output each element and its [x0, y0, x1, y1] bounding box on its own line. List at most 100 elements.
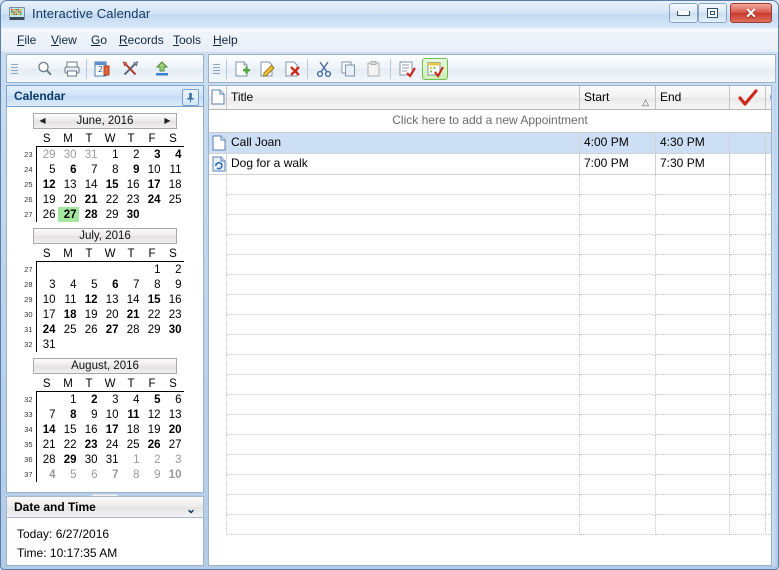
day-cell[interactable]: 6 — [100, 277, 121, 292]
minimize-button[interactable] — [669, 3, 698, 23]
day-cell[interactable]: 30 — [121, 207, 142, 222]
empty-row[interactable] — [209, 435, 771, 455]
day-cell[interactable]: 2 — [142, 452, 163, 467]
day-cell[interactable]: 4 — [36, 467, 58, 482]
day-cell[interactable]: 5 — [58, 467, 79, 482]
day-cell[interactable]: 28 — [36, 452, 58, 467]
day-cell[interactable]: 18 — [163, 177, 184, 192]
day-cell[interactable]: 18 — [121, 422, 142, 437]
empty-row[interactable] — [209, 515, 771, 535]
day-cell[interactable]: 30 — [79, 452, 100, 467]
import-button[interactable] — [150, 58, 174, 80]
day-cell[interactable]: 1 — [58, 392, 79, 408]
day-cell[interactable]: 6 — [79, 467, 100, 482]
day-cell[interactable]: 21 — [36, 437, 58, 452]
day-cell[interactable]: 8 — [142, 277, 163, 292]
day-cell[interactable]: 10 — [100, 407, 121, 422]
day-cell[interactable]: 2 — [121, 147, 142, 163]
day-cell[interactable]: 30 — [58, 147, 79, 163]
day-cell[interactable]: 26 — [142, 437, 163, 452]
empty-row[interactable] — [209, 275, 771, 295]
day-cell[interactable]: 21 — [79, 192, 100, 207]
day-cell[interactable]: 17 — [36, 307, 58, 322]
day-cell[interactable]: 14 — [36, 422, 58, 437]
day-cell[interactable]: 23 — [121, 192, 142, 207]
menu-item-view[interactable]: View — [44, 32, 84, 49]
day-cell[interactable]: 20 — [100, 307, 121, 322]
task-check-button[interactable] — [395, 58, 419, 80]
day-cell[interactable]: 25 — [58, 322, 79, 337]
day-cell[interactable]: 1 — [142, 262, 163, 278]
day-cell[interactable]: 4 — [163, 147, 184, 163]
day-cell[interactable]: 25 — [163, 192, 184, 207]
tools-button[interactable] — [119, 58, 143, 80]
toolbar-grip-right[interactable] — [212, 59, 221, 78]
column-header-title[interactable]: Title — [227, 86, 580, 109]
day-cell[interactable]: 12 — [79, 292, 100, 307]
day-cell[interactable]: 15 — [142, 292, 163, 307]
day-cell[interactable]: 8 — [121, 467, 142, 482]
column-header-done[interactable] — [730, 86, 766, 109]
day-cell[interactable]: 26 — [36, 207, 58, 222]
day-cell[interactable]: 29 — [142, 322, 163, 337]
column-header-start[interactable]: Start △ — [580, 86, 656, 109]
empty-row[interactable] — [209, 235, 771, 255]
day-cell[interactable]: 9 — [79, 407, 100, 422]
day-cell[interactable]: 24 — [142, 192, 163, 207]
pin-icon[interactable] — [182, 89, 199, 106]
empty-row[interactable] — [209, 495, 771, 515]
day-cell[interactable]: 20 — [58, 192, 79, 207]
day-cell[interactable]: 8 — [58, 407, 79, 422]
empty-row[interactable] — [209, 415, 771, 435]
day-cell[interactable]: 6 — [58, 162, 79, 177]
empty-row[interactable] — [209, 215, 771, 235]
empty-row[interactable] — [209, 335, 771, 355]
arrow-left-icon[interactable]: ◀ — [36, 115, 49, 127]
day-cell[interactable]: 13 — [58, 177, 79, 192]
day-cell[interactable]: 14 — [121, 292, 142, 307]
day-cell[interactable]: 21 — [121, 307, 142, 322]
delete-record-button[interactable] — [280, 58, 304, 80]
day-cell[interactable]: 5 — [79, 277, 100, 292]
day-cell[interactable]: 3 — [100, 392, 121, 408]
day-cell[interactable]: 7 — [121, 277, 142, 292]
day-cell[interactable]: 12 — [142, 407, 163, 422]
day-cell[interactable]: 10 — [142, 162, 163, 177]
day-cell[interactable]: 1 — [121, 452, 142, 467]
empty-row[interactable] — [209, 175, 771, 195]
menu-item-go[interactable]: Go — [84, 32, 114, 49]
day-cell[interactable]: 2 — [163, 262, 184, 278]
empty-row[interactable] — [209, 455, 771, 475]
empty-row[interactable] — [209, 315, 771, 335]
day-cell[interactable]: 17 — [100, 422, 121, 437]
day-cell[interactable]: 24 — [100, 437, 121, 452]
day-cell[interactable]: 23 — [79, 437, 100, 452]
day-cell[interactable]: 19 — [79, 307, 100, 322]
day-cell[interactable]: 9 — [163, 277, 184, 292]
day-cell[interactable]: 28 — [79, 207, 100, 222]
day-cell[interactable]: 29 — [58, 452, 79, 467]
day-cell[interactable]: 12 — [36, 177, 58, 192]
day-cell-today[interactable]: 27 — [57, 207, 79, 222]
day-cell[interactable]: 29 — [100, 207, 121, 222]
day-cell[interactable]: 26 — [79, 322, 100, 337]
new-record-button[interactable] — [230, 58, 254, 80]
table-row[interactable]: Call Joan 4:00 PM 4:30 PM — [209, 133, 771, 154]
empty-row[interactable] — [209, 395, 771, 415]
day-cell[interactable]: 2 — [79, 392, 100, 408]
day-cell[interactable]: 18 — [58, 307, 79, 322]
empty-row[interactable] — [209, 255, 771, 275]
day-cell[interactable]: 4 — [58, 277, 79, 292]
day-cell[interactable]: 16 — [163, 292, 184, 307]
day-cell[interactable]: 1 — [100, 147, 121, 163]
day-cell[interactable]: 19 — [36, 192, 58, 207]
day-cell[interactable]: 6 — [163, 392, 184, 408]
day-cell[interactable]: 4 — [121, 392, 142, 408]
day-cell[interactable]: 9 — [121, 162, 142, 177]
new-appointment-row[interactable]: Click here to add a new Appointment — [209, 110, 771, 133]
print-button[interactable] — [60, 58, 84, 80]
day-cell[interactable]: 8 — [100, 162, 121, 177]
day-cell[interactable]: 28 — [121, 322, 142, 337]
day-cell[interactable]: 22 — [58, 437, 79, 452]
column-header-end[interactable]: End — [656, 86, 730, 109]
